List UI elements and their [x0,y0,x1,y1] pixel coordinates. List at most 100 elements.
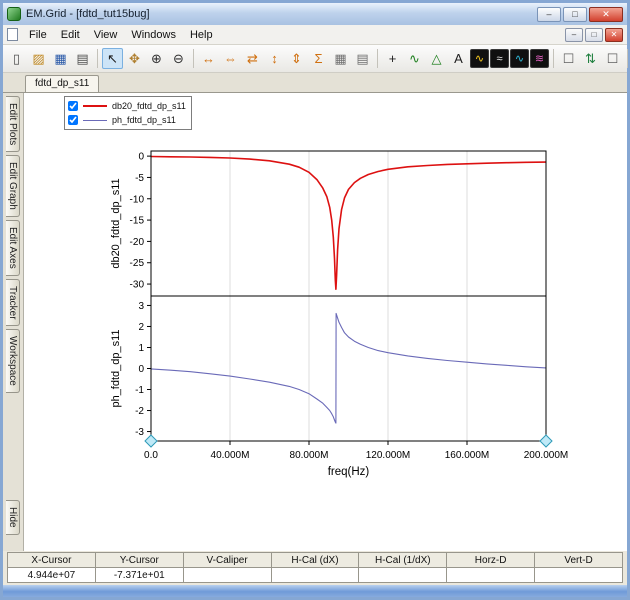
expand-y-icon[interactable]: ⇕ [286,48,307,69]
mdi-close-button[interactable]: ✕ [605,27,623,42]
x-tick-label: 160.000M [445,450,489,461]
status-header-h-cal-dx-: H-Cal (dX) [270,552,360,568]
menu-items: File Edit View Windows Help [22,27,220,43]
sidebar-tab-workspace[interactable]: Workspace [6,329,20,394]
plot-legend: db20_fdtd_dp_s11 ph_fdtd_dp_s11 [64,96,192,130]
y-tick-label: -5 [135,173,144,184]
status-header-vert-d: Vert-D [534,552,623,568]
save-icon[interactable]: ▦ [50,48,71,69]
chart-canvas: 0 -5 -10 -15 -20 -25 -30 db20_fdtd_dp_s11 3 2 1 0 -1… [110,150,568,478]
pan-x-icon[interactable]: ⇄ [242,48,263,69]
zoom-in-icon[interactable]: ⊕ [146,48,167,69]
axis-handle-icon[interactable] [144,434,158,448]
y-tick-label: -20 [130,237,145,248]
y-tick-label: -2 [135,406,144,417]
spectrum-icon[interactable]: ∿ [510,49,529,68]
legend-checkbox-db20-fdtd-dp-s11[interactable] [68,101,78,111]
show-points-checkbox-icon[interactable]: ☐ [558,48,579,69]
toolbar-separator [97,49,98,68]
toolbar-separator [553,49,554,68]
y-tick-label: 2 [138,322,144,333]
mdi-restore-button[interactable]: □ [585,27,603,42]
sidebar-tab-edit-graph[interactable]: Edit Graph [6,155,20,218]
zoom-out-icon[interactable]: ⊖ [168,48,189,69]
plot-frame [150,150,547,297]
x-tick-label: 80.000M [290,450,329,461]
fft-icon[interactable]: ∿ [470,49,489,68]
status-value-v-caliper [182,567,272,583]
window-bottom-frame [3,585,627,597]
legend-entry: db20_fdtd_dp_s11 [68,99,186,113]
document-tab-bar: fdtd_dp_s11 [3,73,627,93]
menu-file[interactable]: File [22,27,54,43]
y-axis-title: ph_fdtd_dp_s11 [110,329,122,407]
track-checkbox-icon[interactable]: ☐ [602,48,623,69]
menu-bar: File Edit View Windows Help – □ ✕ [3,25,627,45]
sidebar-tab-tracker[interactable]: Tracker [6,278,20,327]
fit-x-icon[interactable]: ↔ [198,48,219,69]
axis-handle-icon[interactable] [539,434,553,448]
x-tick-label: 0.0 [144,450,158,461]
add-marker-icon[interactable]: + [382,48,403,69]
minimize-button[interactable]: – [537,6,561,22]
sum-icon[interactable]: Σ [308,48,329,69]
cursor-readout-panel: X-Cursor Y-Cursor V-Caliper H-Cal (dX) H-Cal… [3,551,627,585]
document-icon[interactable] [7,28,18,41]
title-bar: EM.Grid - [fdtd_tut15bug] – □ ✕ [3,3,627,25]
print-icon[interactable]: ▤ [72,48,93,69]
menu-windows[interactable]: Windows [124,27,183,43]
x-tick-label: 40.000M [211,450,250,461]
text-label-icon[interactable]: A [448,48,469,69]
fit-y-icon[interactable]: ↕ [264,48,285,69]
curve-ph_fdtd_dp_s11 [150,312,547,424]
curve-db20_fdtd_dp_s11 [150,155,547,290]
window-body: Edit Plots Edit Graph Edit Axes Tracker Work… [3,93,627,551]
toolbar-icons: ▯▨▦▤↖✥⊕⊖↔⇔⇄↕⇕Σ▦▤+∿△A∿≈∿≋☐⇅☐⇤≡ [6,48,630,69]
toolbar: ▯▨▦▤↖✥⊕⊖↔⇔⇄↕⇕Σ▦▤+∿△A∿≈∿≋☐⇅☐⇤≡ Layout [3,45,630,73]
side-tab-bar: Edit Plots Edit Graph Edit Axes Tracker Work… [3,93,23,551]
waveform-icon[interactable]: ∿ [404,48,425,69]
document-tab[interactable]: fdtd_dp_s11 [25,75,100,92]
status-value-y-cursor: -7.371e+01 [94,567,184,583]
grid-icon[interactable]: ▦ [330,48,351,69]
pan-hand-icon[interactable]: ✥ [124,48,145,69]
x-tick-label: 200.000M [524,450,568,461]
legend-label: ph_fdtd_dp_s11 [112,115,176,125]
toolbar-separator [377,49,378,68]
select-arrow-icon[interactable]: ↖ [102,48,123,69]
legend-line-sample [83,119,107,121]
axes-icon[interactable]: ▤ [352,48,373,69]
open-folder-icon[interactable]: ▨ [28,48,49,69]
menu-view[interactable]: View [87,27,125,43]
legend-label: db20_fdtd_dp_s11 [112,101,186,111]
sidebar-tab-edit-axes[interactable]: Edit Axes [6,220,20,276]
expand-x-icon[interactable]: ⇔ [220,48,241,69]
status-value-x-cursor: 4.944e+07 [7,567,96,583]
delta-wave-icon[interactable]: △ [426,48,447,69]
legend-entry: ph_fdtd_dp_s11 [68,113,186,127]
status-header-y-cursor: Y-Cursor [94,552,184,568]
y-tick-label: 0 [138,364,144,375]
new-document-icon[interactable]: ▯ [6,48,27,69]
window-title: EM.Grid - [fdtd_tut15bug] [26,8,150,20]
sidebar-tab-edit-plots[interactable]: Edit Plots [6,96,20,153]
status-header-v-caliper: V-Caliper [182,552,272,568]
menu-edit[interactable]: Edit [54,27,87,43]
close-button[interactable]: ✕ [589,6,623,22]
envelope-icon[interactable]: ≋ [530,49,549,68]
dual-trace-icon[interactable]: ≈ [490,49,509,68]
plot-frame [150,295,547,442]
legend-line-sample [83,105,107,107]
mdi-minimize-button[interactable]: – [565,27,583,42]
autoscale-icon[interactable]: ⇅ [580,48,601,69]
sidebar-tab-hide[interactable]: Hide [6,500,20,535]
app-window: EM.Grid - [fdtd_tut15bug] – □ ✕ File Edit… [0,0,630,600]
y-axis-title: db20_fdtd_dp_s11 [110,178,122,268]
y-tick-label: -15 [130,216,145,227]
status-header-horz-d: Horz-D [446,552,536,568]
menu-help[interactable]: Help [183,27,220,43]
maximize-button[interactable]: □ [563,6,587,22]
legend-checkbox-ph-fdtd-dp-s11[interactable] [68,115,78,125]
y-tick-label: -25 [130,258,145,269]
status-value-h-cal-dx- [270,567,360,583]
